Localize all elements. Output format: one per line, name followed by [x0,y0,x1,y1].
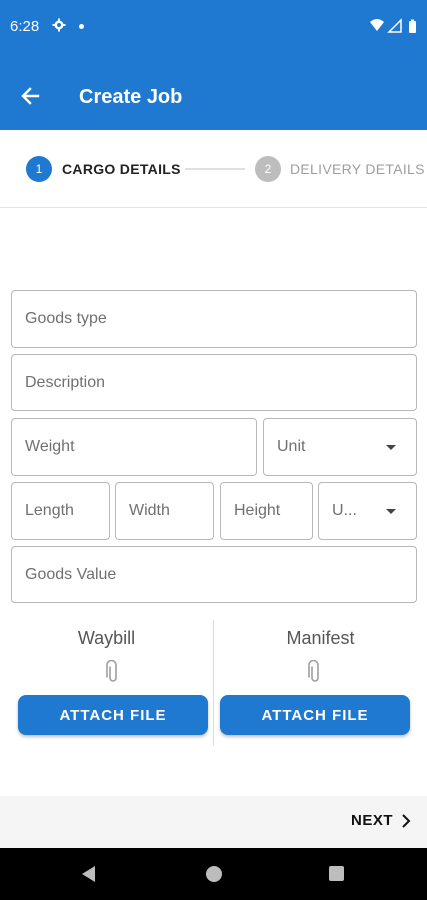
paperclip-icon [308,660,319,682]
goods-type-placeholder: Goods type [25,310,107,327]
manifest-title: Manifest [286,628,355,648]
weight-unit-select[interactable]: Unit [263,418,417,476]
step-2-indicator[interactable]: 2 [255,156,281,182]
status-time: 6:28 [10,18,40,35]
height-placeholder: Height [234,502,281,519]
waybill-section: Waybill ATTACH FILE [0,620,213,746]
next-label: NEXT [350,812,393,829]
system-nav-bar [0,848,427,900]
battery-icon [409,19,416,33]
chevron-right-icon [402,813,411,828]
width-placeholder: Width [129,502,170,519]
weight-unit-value: Unit [277,438,306,455]
step-1-indicator[interactable]: 1 [26,156,52,182]
description-field[interactable]: Description [11,354,417,411]
notification-dot-icon [79,24,84,29]
gear-icon [52,18,66,32]
dropdown-arrow-icon [386,509,396,514]
step-connector [185,168,245,170]
step-2-label[interactable]: DELIVERY DETAILS [290,161,425,177]
waybill-attach-button[interactable]: ATTACH FILE [18,695,208,735]
app-bar: Create Job [0,56,427,130]
system-status-icons [370,18,416,33]
next-button[interactable]: NEXT [351,812,411,829]
step-1-label[interactable]: CARGO DETAILS [62,161,181,177]
description-placeholder: Description [25,373,106,391]
nav-back-icon[interactable] [82,866,95,882]
weight-field[interactable]: Weight [11,418,257,476]
paperclip-icon [106,660,117,682]
dimension-unit-select[interactable]: U... [318,482,417,540]
nav-recents-icon[interactable] [329,866,344,881]
goods-value-field[interactable]: Goods Value [11,546,417,603]
page-title: Create Job [79,86,183,108]
dropdown-arrow-icon [386,445,396,450]
signal-icon [387,18,402,33]
goods-value-placeholder: Goods Value [25,565,117,583]
nav-home-icon[interactable] [206,866,222,882]
length-field[interactable]: Length [11,482,110,540]
wifi-icon [370,19,384,31]
weight-placeholder: Weight [25,438,75,455]
arrow-left-icon [21,87,40,105]
bottom-action-bar: NEXT [0,796,427,848]
status-bar: 6:28 [0,0,427,56]
back-button[interactable] [16,82,44,110]
height-field[interactable]: Height [220,482,313,540]
width-field[interactable]: Width [115,482,214,540]
length-placeholder: Length [25,502,74,519]
dimension-unit-value: U... [332,502,357,519]
waybill-title: Waybill [77,628,136,648]
manifest-section: Manifest ATTACH FILE [214,620,427,746]
stepper: 1 CARGO DETAILS 2 DELIVERY DETAILS [0,130,427,208]
goods-type-field[interactable]: Goods type [11,290,417,348]
manifest-attach-button[interactable]: ATTACH FILE [220,695,410,735]
